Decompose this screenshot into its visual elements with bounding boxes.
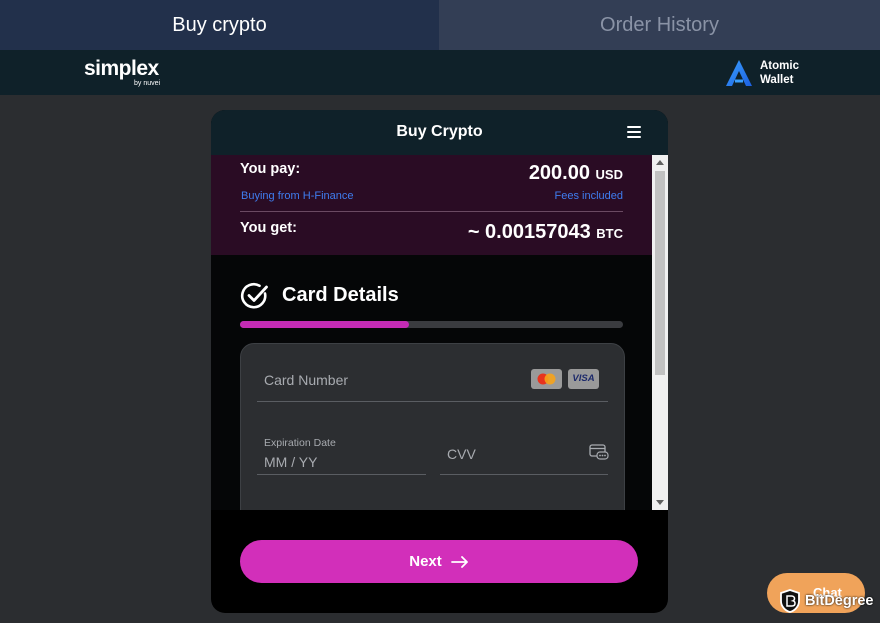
buy-crypto-widget: Buy Crypto You pay: 200.00 USD Buying fr… [211,110,668,613]
expiration-underline [257,474,426,475]
tab-order-history[interactable]: Order History [439,0,880,50]
card-details-title: Card Details [282,284,399,306]
widget-title: Buy Crypto [396,123,483,140]
simplex-byline: by nuvei [134,80,161,87]
hamburger-icon[interactable] [627,126,641,138]
cvv-card-icon [589,444,609,460]
step-progress-bar [240,321,623,328]
card-form: Card Number VISA Expiration Date MM / YY… [240,343,625,510]
widget-scrollbar[interactable] [652,155,668,510]
you-get-label: You get: [240,220,297,236]
widget-scroll-area[interactable]: You pay: 200.00 USD Buying from H-Financ… [211,155,668,510]
atomic-wordmark-line2: Wallet [760,74,794,86]
order-summary: You pay: 200.00 USD Buying from H-Financ… [211,155,652,255]
atomic-a-icon [726,60,752,86]
step-progress-fill [240,321,409,328]
brand-bar: simplex by nuvei Atomic Wallet [0,50,880,95]
simplex-wordmark: simplex [84,57,159,80]
scrollbar-thumb[interactable] [655,171,665,375]
visa-icon: VISA [568,369,599,389]
get-amount: ~ 0.00157043 BTC [468,221,623,244]
get-amount-value: ~ 0.00157043 [467,221,591,243]
next-button[interactable]: Next [240,540,638,583]
next-button-label: Next [409,553,442,570]
you-pay-label: You pay: [240,161,301,177]
top-tab-bar: Buy crypto Order History [0,0,880,50]
card-details-section: Card Details Card Number VISA Expiration… [211,255,652,510]
check-circle-icon [240,282,268,309]
mastercard-icon [531,369,562,389]
bitdegree-watermark: BitDegree [780,589,874,613]
scroll-up-arrow-icon[interactable] [656,160,664,165]
pay-currency: USD [595,167,623,182]
simplex-logo: simplex by nuvei [84,57,160,88]
scroll-down-arrow-icon[interactable] [656,500,664,505]
card-number-input[interactable]: Card Number [264,372,348,388]
fees-included-text: Fees included [554,190,624,202]
arrow-right-icon [450,555,468,568]
expiration-date-input[interactable]: MM / YY [264,454,317,470]
tab-buy-crypto[interactable]: Buy crypto [0,0,439,50]
pay-amount-value: 200.00 [528,162,590,184]
pay-amount: 200.00 USD [529,162,623,185]
cvv-input[interactable]: CVV [447,446,476,462]
bitdegree-wordmark: BitDegree [805,593,874,609]
buying-from-text: Buying from H-Finance [241,190,354,202]
cvv-underline [440,474,608,475]
get-currency: BTC [596,226,623,241]
card-number-underline [257,401,608,402]
atomic-wallet-logo: Atomic Wallet [724,58,799,88]
summary-divider [240,211,623,212]
atomic-wordmark-line1: Atomic [760,60,799,72]
expiration-date-label: Expiration Date [264,437,336,449]
bitdegree-shield-icon [780,589,800,613]
widget-header: Buy Crypto [211,110,668,155]
